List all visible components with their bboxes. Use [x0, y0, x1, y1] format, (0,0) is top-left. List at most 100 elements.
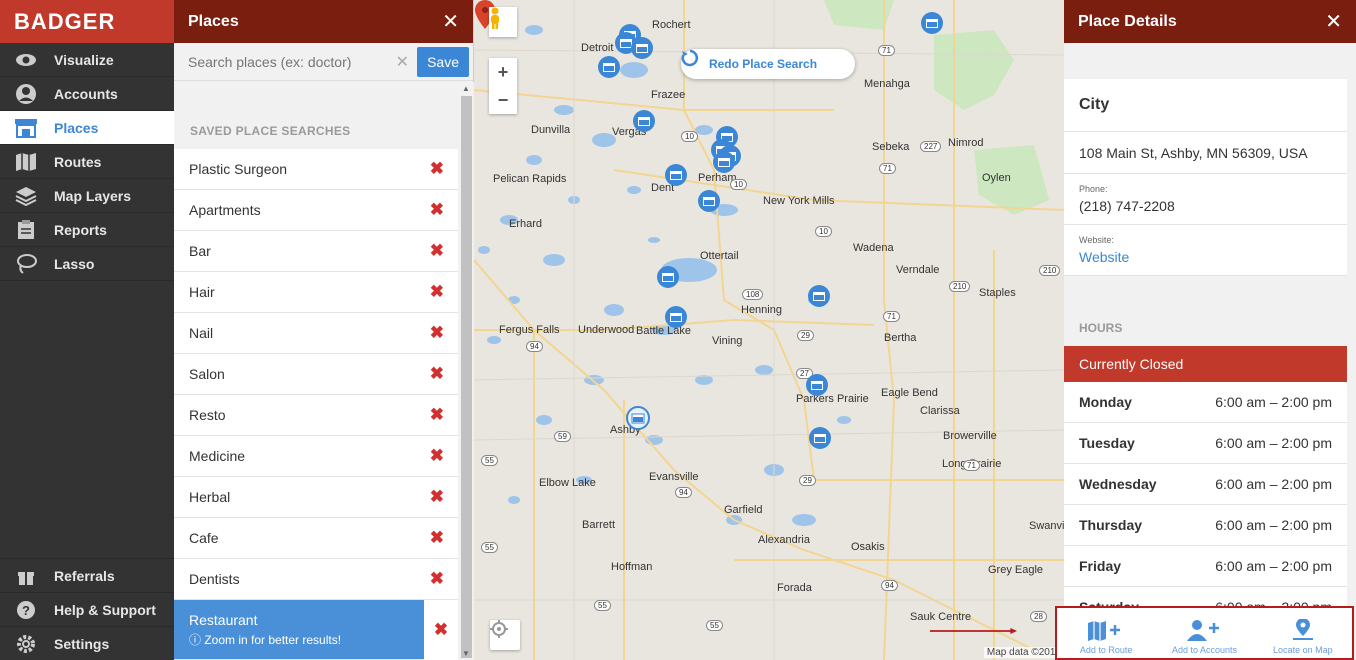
saved-searches-list: Plastic Surgeon ✖ Apartments ✖ Bar ✖ Hair ✖ …	[174, 149, 458, 660]
clear-search-icon[interactable]: ✕	[396, 52, 409, 72]
details-action-bar: Add to Route Add to Accounts Locate on M…	[1055, 606, 1354, 660]
hours-row: Monday 6:00 am – 2:00 pm	[1064, 382, 1347, 423]
hours-time: 6:00 am – 2:00 pm	[1215, 394, 1332, 410]
scrollbar-thumb[interactable]	[461, 96, 472, 658]
nav-item-accounts[interactable]: Accounts	[0, 77, 174, 111]
list-item-selected[interactable]: Restaurant ⓘ Zoom in for better results!…	[174, 599, 458, 660]
details-scrollbar[interactable]	[1347, 43, 1356, 660]
map-label: Sauk Centre	[910, 611, 972, 623]
place-marker[interactable]	[630, 36, 654, 60]
nav-item-visualize[interactable]: Visualize	[0, 43, 174, 77]
place-marker[interactable]	[712, 150, 736, 174]
nav-label: Map Layers	[54, 187, 132, 204]
delete-icon[interactable]: ✖	[430, 282, 444, 302]
phone-label: Phone:	[1079, 184, 1108, 194]
zoom-in-button[interactable]: +	[489, 58, 517, 86]
highway-shield: 94	[675, 487, 692, 498]
map-label: Pelican Rapids	[493, 173, 567, 185]
place-marker[interactable]	[664, 305, 688, 329]
map-label: Forada	[777, 582, 812, 594]
place-marker[interactable]	[597, 55, 621, 79]
brand-text: BADGER	[14, 8, 116, 34]
nav-item-lasso[interactable]: Lasso	[0, 247, 174, 281]
nav-item-help[interactable]: ? Help & Support	[0, 592, 174, 626]
save-button[interactable]: Save	[417, 46, 469, 77]
search-input[interactable]	[188, 53, 396, 70]
place-marker[interactable]	[697, 189, 721, 213]
place-marker-selected[interactable]	[626, 406, 650, 430]
delete-icon[interactable]: ✖	[430, 364, 444, 384]
list-item[interactable]: Hair ✖	[174, 272, 458, 313]
delete-icon[interactable]: ✖	[430, 528, 444, 548]
place-marker[interactable]	[656, 265, 680, 289]
nav-label: Places	[54, 119, 99, 136]
delete-icon[interactable]: ✖	[430, 405, 444, 425]
close-icon[interactable]: ✕	[442, 9, 459, 34]
add-to-accounts-button[interactable]: Add to Accounts	[1155, 608, 1253, 658]
delete-icon[interactable]: ✖	[430, 159, 444, 179]
delete-icon[interactable]: ✖	[430, 323, 444, 343]
places-search-row: ✕ Save	[174, 43, 473, 81]
list-item[interactable]: Dentists ✖	[174, 559, 458, 600]
close-icon[interactable]: ✕	[1325, 9, 1342, 34]
place-marker[interactable]	[807, 284, 831, 308]
highway-shield: 210	[1039, 265, 1061, 276]
list-item[interactable]: Bar ✖	[174, 231, 458, 272]
nav-item-places[interactable]: Places	[0, 111, 174, 145]
add-to-route-button[interactable]: Add to Route	[1057, 608, 1155, 658]
list-item[interactable]: Cafe ✖	[174, 518, 458, 559]
map-label: Rochert	[652, 19, 691, 31]
hours-day: Friday	[1079, 558, 1122, 574]
list-item[interactable]: Herbal ✖	[174, 477, 458, 518]
highway-shield: 210	[949, 281, 971, 292]
highway-shield: 94	[881, 580, 898, 591]
nav-item-reports[interactable]: Reports	[0, 213, 174, 247]
places-scrollbar[interactable]: ▲ ▼	[458, 82, 474, 660]
my-location-button[interactable]	[490, 620, 520, 650]
delete-icon[interactable]: ✖	[430, 446, 444, 466]
list-item[interactable]: Resto ✖	[174, 395, 458, 436]
hours-day: Wednesday	[1079, 476, 1157, 492]
place-marker[interactable]	[664, 163, 688, 187]
place-marker[interactable]	[920, 11, 944, 35]
street-view-pegman-icon[interactable]	[489, 7, 517, 37]
map-label: Staples	[979, 287, 1016, 299]
scroll-up-icon[interactable]: ▲	[462, 84, 470, 93]
list-item[interactable]: Salon ✖	[174, 354, 458, 395]
map-plus-icon	[1088, 621, 1121, 641]
nav-item-referrals[interactable]: Referrals	[0, 558, 174, 592]
list-item[interactable]: Apartments ✖	[174, 190, 458, 231]
redo-search-button[interactable]: Redo Place Search	[681, 49, 855, 79]
locate-on-map-button[interactable]: Locate on Map	[1254, 608, 1352, 658]
action-label: Add to Route	[1079, 645, 1133, 655]
brand-logo[interactable]: BADGER	[0, 0, 174, 43]
website-link[interactable]: Website	[1079, 245, 1332, 275]
places-header: Places ✕	[174, 0, 473, 43]
hours-row: Thursday 6:00 am – 2:00 pm	[1064, 505, 1347, 546]
scroll-down-icon[interactable]: ▼	[462, 649, 470, 658]
delete-icon[interactable]: ✖	[430, 487, 444, 507]
delete-icon[interactable]: ✖	[430, 241, 444, 261]
highway-shield: 59	[554, 431, 571, 442]
list-item[interactable]: Medicine ✖	[174, 436, 458, 477]
place-marker[interactable]	[805, 373, 829, 397]
nav-item-map-layers[interactable]: Map Layers	[0, 179, 174, 213]
zoom-out-button[interactable]: −	[489, 86, 517, 114]
hours-time: 6:00 am – 2:00 pm	[1215, 435, 1332, 451]
place-marker[interactable]	[808, 426, 832, 450]
nav-item-settings[interactable]: Settings	[0, 626, 174, 660]
delete-icon[interactable]: ✖	[430, 200, 444, 220]
list-item[interactable]: Nail ✖	[174, 313, 458, 354]
delete-icon[interactable]: ✖	[430, 569, 444, 589]
list-item[interactable]: Plastic Surgeon ✖	[174, 149, 458, 190]
nav-item-routes[interactable]: Routes	[0, 145, 174, 179]
place-address[interactable]: 108 Main St, Ashby, MN 56309, USA	[1079, 132, 1332, 173]
nav-label: Settings	[54, 635, 110, 652]
map-canvas[interactable]: Rochert Detroit Frazee Menahga Vergas Du…	[474, 0, 1064, 660]
map-label: New York Mills	[763, 195, 835, 207]
phone-value[interactable]: (218) 747-2208	[1079, 194, 1332, 224]
highway-shield: 55	[594, 600, 611, 611]
delete-icon[interactable]: ✖	[424, 599, 458, 660]
zoom-hint: ⓘ Zoom in for better results!	[189, 631, 341, 648]
place-marker[interactable]	[632, 109, 656, 133]
